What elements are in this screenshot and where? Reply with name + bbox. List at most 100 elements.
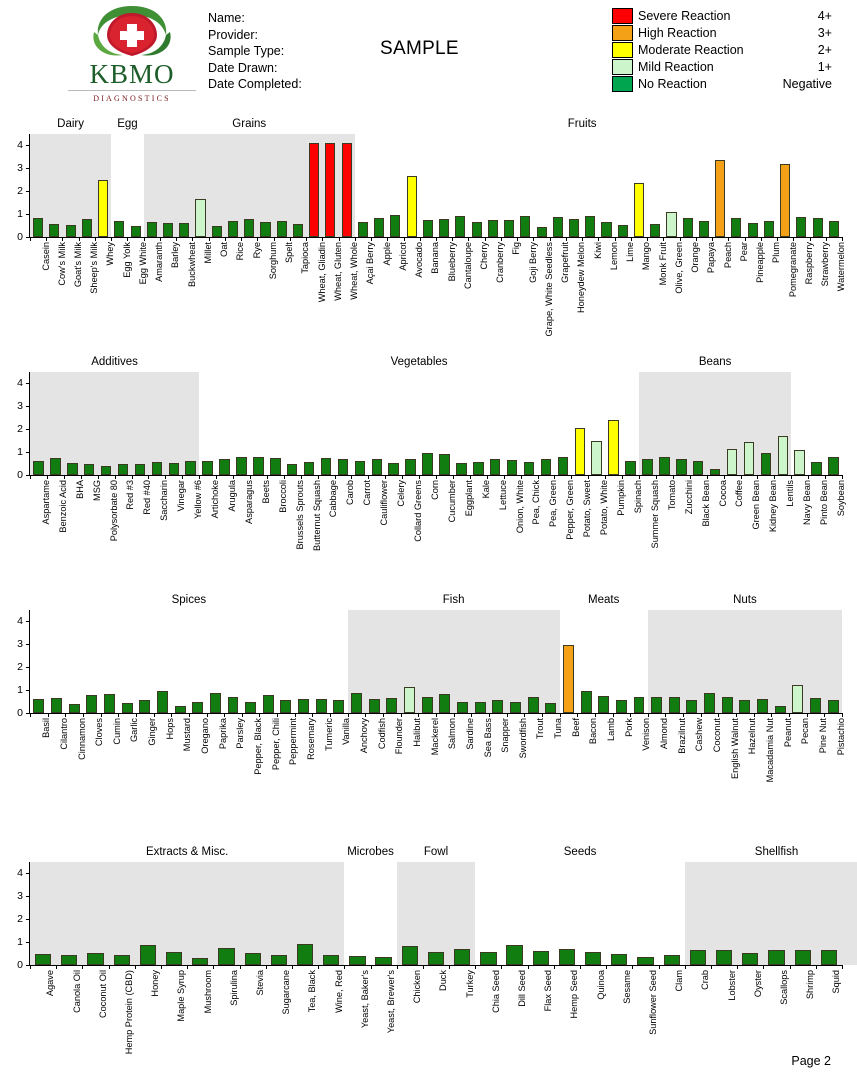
bar [774,705,786,713]
bar [114,220,125,237]
x-axis-label: Rice [235,242,246,261]
bar [663,954,680,965]
bar [320,458,332,475]
chart-panel: Spices Fish Meats Nuts 0 1 2 3 4 Basil Cilantro Cin… [0,594,857,782]
x-axis-label: Egg Yolk [121,242,132,278]
bar [296,943,314,965]
bar [812,218,823,237]
bar [270,458,281,475]
legend-label: Severe Reaction [638,8,731,23]
legend-color-swatch [612,7,633,24]
bar [262,695,274,713]
x-axis-label: Dill Seed [516,970,527,1007]
plot-area: 0 1 2 3 4 [17,134,843,243]
bar [179,222,190,237]
bar [455,215,466,237]
bar [598,695,610,713]
legend-row: Severe Reaction 4+ [612,7,832,24]
x-axis-label: Pepper, Green [565,480,576,540]
x-axis-label: Lemon [608,242,619,271]
bar [540,458,552,475]
x-axis-label: Blueberry [446,242,457,282]
x-axis-label: Buckwheat [186,242,197,287]
y-axis: 0 1 2 3 4 [0,134,30,243]
x-axis-label: Quinoa [595,970,606,1000]
x-axis-label: Avocado [414,242,425,278]
plot-area: 0 1 2 3 4 [17,372,843,481]
x-axis-label: Pumpkin [616,480,627,516]
x-axis-label: Tea, Black [307,970,318,1013]
bar [50,457,61,475]
bar [113,954,130,965]
bar [760,453,772,475]
bar [698,220,709,237]
y-axis-tick-label: 2 [17,423,23,436]
x-axis-label: Pepper, Black [253,718,264,775]
x-axis-label: Sheep's Milk [89,242,100,294]
bar [375,956,392,965]
bar [244,952,261,965]
bar [34,953,52,965]
legend-label: Moderate Reaction [638,42,744,57]
bar [731,218,742,237]
group-title: Fruits [567,118,597,130]
x-axis-label: Cashew [694,718,705,752]
bar [721,697,733,713]
x-axis-label: Wheat, Whole [349,242,360,300]
legend-score: 2+ [817,42,832,57]
x-axis-label: Asparagus [243,480,254,524]
x-axis-label: Lime [625,242,636,262]
x-axis-label: Halibut [411,718,422,747]
bar [121,702,133,713]
bar [739,700,751,713]
x-axis-label: Parsley [235,718,246,749]
legend-score: 4+ [817,8,832,23]
x-axis-label: Brazilnut [676,718,687,754]
bar [743,442,755,475]
x-axis-label: Yeast, Baker's [359,970,370,1029]
bar [820,949,838,965]
x-axis-label: Wheat, Gliadin [316,242,327,303]
bar [33,217,44,237]
x-axis-label: Summer Squash [649,480,660,549]
bar [406,176,417,237]
y-axis-tick-label: 4 [17,867,23,880]
x-axis-label: Basil [41,718,52,738]
x-axis-label: Sunflower Seed [647,970,658,1035]
x-axis-label: Pineapple [755,242,766,283]
bar [552,216,563,237]
x-axis-label: Chia Seed [490,970,501,1013]
x-axis-label: Spinach [632,480,643,514]
sample-watermark: SAMPLE [380,38,459,59]
bar [146,222,157,237]
bar [211,225,222,237]
x-axis-label: Tomato [666,480,677,511]
bar [625,461,636,475]
x-axis-label: Green Bean [751,480,762,530]
bar [509,702,521,713]
bar [562,645,574,713]
x-axis-label: Lentils [785,480,796,507]
bar [763,221,774,237]
x-axis-label: Cocoa [717,480,728,507]
x-axis-label: Hazelnut [747,718,758,755]
x-axis-label: Coconut [712,718,722,753]
x-axis-label: MSG [91,480,102,501]
x-axis-label: Tumeric [323,718,334,751]
x-axis-label: Honey [150,970,161,997]
bar [83,464,95,475]
bar [492,700,504,713]
x-axis-label: Monk Fruit [657,242,668,286]
leaf-shield-cross-logo-icon [62,2,202,60]
x-axis-label: Collard Greens [413,480,424,542]
x-axis-label: Black Bean [700,480,711,527]
bar [591,440,602,475]
bar [456,462,467,475]
bar [608,420,619,475]
x-axis-label: Casein [40,242,51,271]
bar [354,460,366,475]
x-axis-label: Peppermint [288,718,299,765]
bar [405,458,416,475]
x-axis-label: Red #40 [142,480,153,515]
bar [337,458,349,475]
